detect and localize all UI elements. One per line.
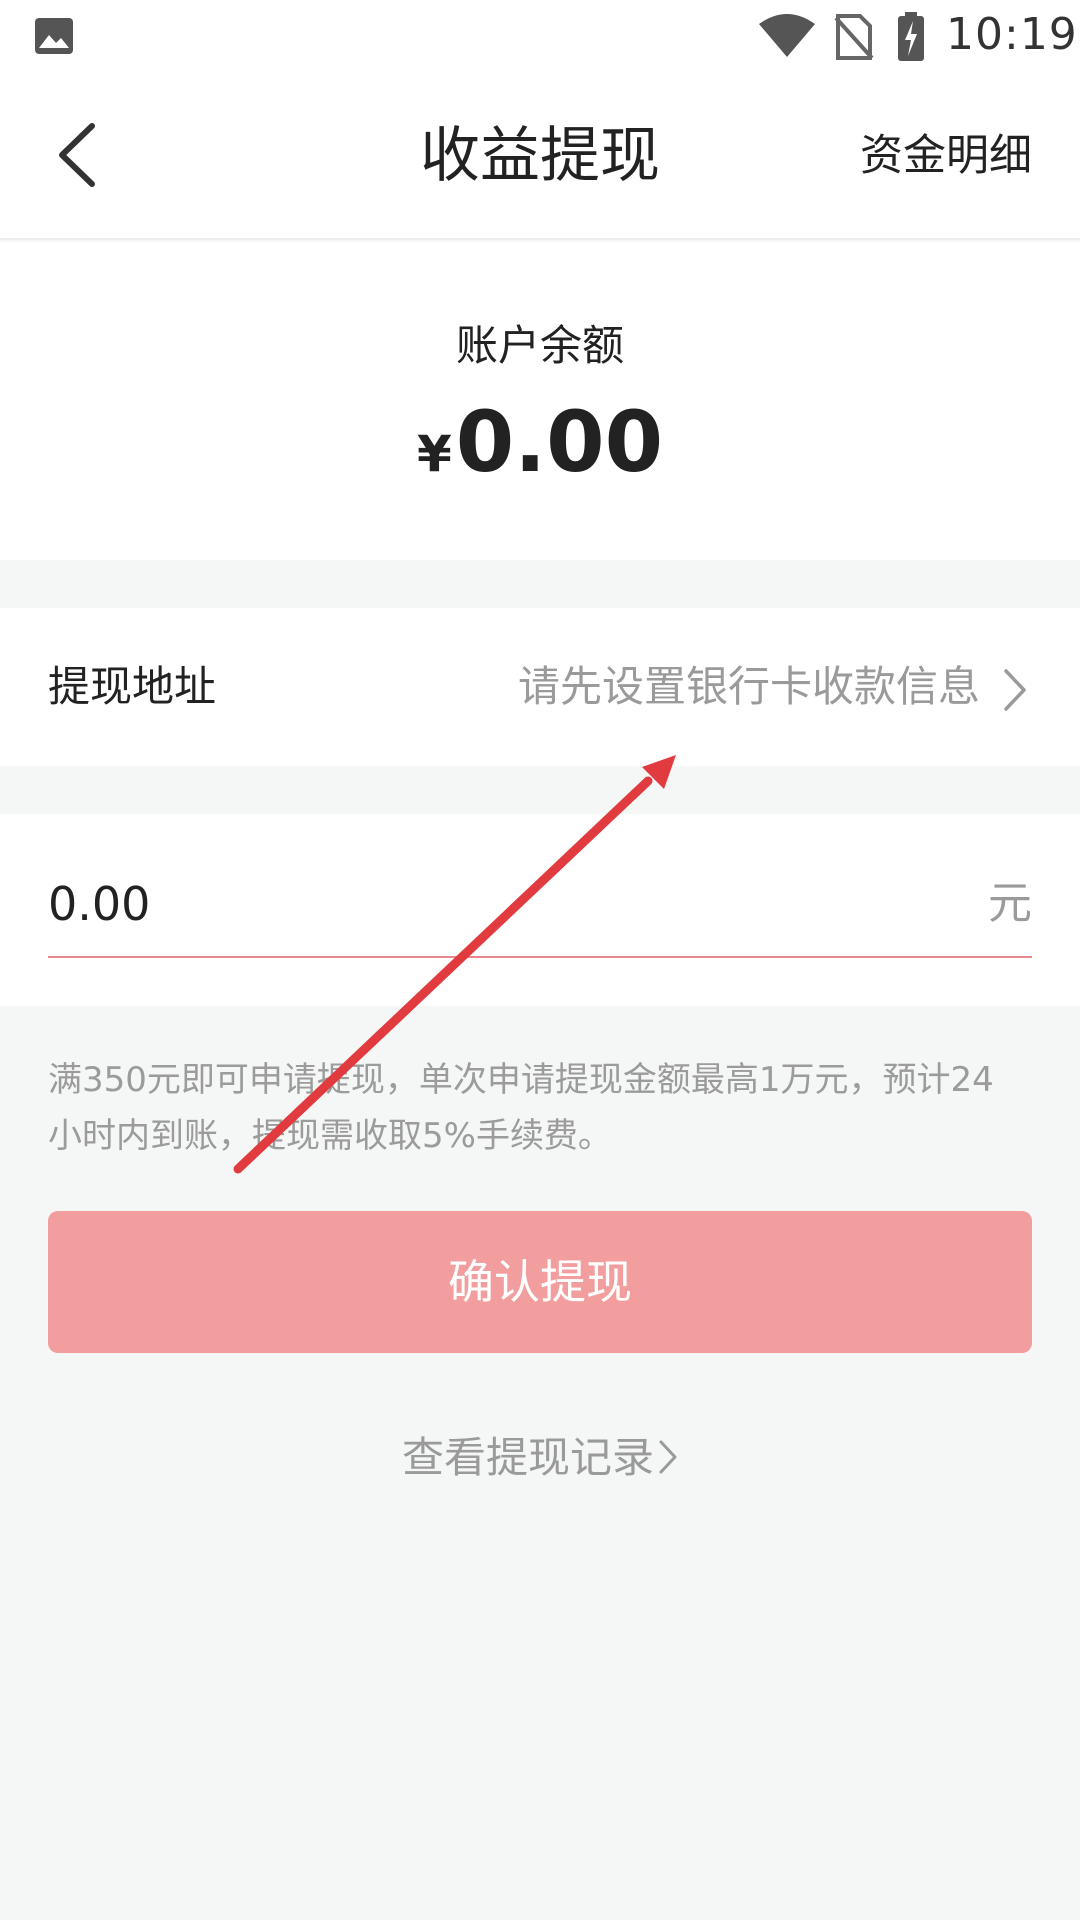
- balance-value: 0.00: [455, 393, 664, 491]
- withdraw-records-link[interactable]: 查看提现记录: [0, 1430, 1080, 1489]
- status-time: 10:19: [946, 9, 1078, 60]
- chevron-right-icon: [1002, 668, 1028, 716]
- balance-card: 账户余额 ¥0.00: [0, 242, 1080, 560]
- amount-underline: [48, 956, 1032, 958]
- withdraw-address-row[interactable]: 提现地址 请先设置银行卡收款信息: [0, 608, 1080, 766]
- balance-label: 账户余额: [455, 321, 624, 370]
- currency-symbol: ¥: [416, 425, 452, 483]
- status-bar: 10:19: [0, 0, 1080, 72]
- fund-details-link[interactable]: 资金明细: [860, 128, 1032, 184]
- no-sim-icon: [834, 14, 874, 64]
- confirm-withdraw-button[interactable]: 确认提现: [48, 1211, 1032, 1353]
- withdraw-notice: 满350元即可申请提现，单次申请提现金额最高1万元，预计24小时内到账，提现需收…: [48, 1060, 994, 1156]
- address-label: 提现地址: [48, 662, 217, 711]
- nav-bar: 收益提现 资金明细: [0, 72, 1080, 240]
- records-link-label: 查看提现记录: [401, 1433, 654, 1482]
- unit-label: 元: [988, 878, 1032, 929]
- wifi-icon: [758, 14, 816, 62]
- gallery-icon: [34, 17, 74, 59]
- battery-charging-icon: [897, 12, 925, 66]
- chevron-right-icon: [658, 1433, 678, 1489]
- balance-amount: ¥0.00: [0, 392, 1080, 516]
- address-hint: 请先设置银行卡收款信息: [517, 662, 980, 711]
- amount-input[interactable]: [48, 854, 928, 954]
- amount-row: 元: [0, 814, 1080, 1006]
